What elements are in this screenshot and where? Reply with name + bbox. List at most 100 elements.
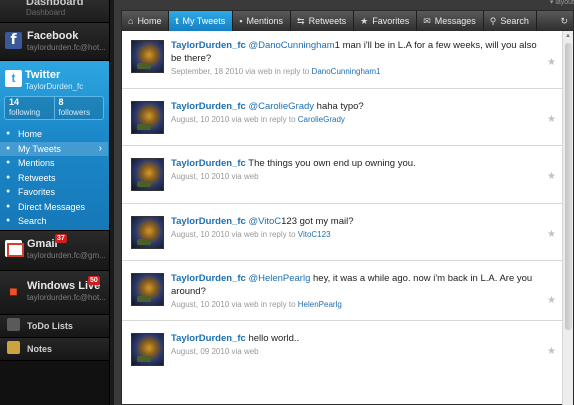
notes-name: Notes	[27, 344, 53, 354]
tweet-item[interactable]: TaylorDurden_fc @CarolieGrady haha typo?…	[122, 89, 562, 146]
avatar[interactable]	[131, 215, 164, 249]
retweet-icon: ⇆	[297, 16, 305, 26]
tweet-text-line: TaylorDurden_fc @HelenPearlg hey, it was…	[171, 272, 544, 298]
avatar[interactable]	[131, 158, 164, 191]
tweet-author[interactable]: TaylorDurden_fc	[171, 333, 246, 344]
tab-bar: ⌂ Home t My Tweets ▪ Mentions ⇆ Retweets…	[122, 11, 573, 31]
twitter-sub: TaylorDurden_fc	[25, 82, 84, 91]
favorite-star-icon[interactable]: ★	[547, 229, 556, 240]
tab-label: Home	[137, 16, 162, 26]
facebook-name: Facebook	[27, 30, 79, 42]
sidebar-item-my-tweets[interactable]: ● My Tweets ›	[0, 141, 108, 156]
tweet-author[interactable]: TaylorDurden_fc	[171, 216, 246, 227]
tweet-body: TaylorDurden_fc The things you own end u…	[171, 157, 544, 182]
tweet-item[interactable]: TaylorDurden_fc The things you own end u…	[122, 146, 562, 204]
tab-retweets[interactable]: ⇆ Retweets	[291, 11, 355, 31]
tab-label: Favorites	[372, 16, 410, 26]
sidebar-account-twitter[interactable]: t Twitter TaylorDurden_fc 14 following 8…	[0, 61, 109, 231]
tweet-meta: August, 10 2010 via web in reply to Caro…	[171, 114, 544, 125]
tab-mentions[interactable]: ▪ Mentions	[233, 11, 292, 31]
tweet-date: August, 09 2010 via web	[171, 347, 259, 356]
tweet-item[interactable]: TaylorDurden_fc @DanoCunningham1 man i'l…	[122, 31, 562, 89]
sidebar-empty-area	[0, 361, 109, 405]
followers-number: 8	[58, 97, 64, 107]
tweet-mention[interactable]: @VitoC	[248, 216, 281, 227]
sidebar-item-home[interactable]: ● Home	[0, 127, 108, 142]
tab-search[interactable]: ⚲ Search	[484, 11, 537, 31]
reply-link[interactable]: CarolieGrady	[298, 115, 345, 124]
notes-icon	[7, 341, 20, 354]
scroll-up-icon[interactable]: ▲	[565, 33, 571, 39]
envelope-icon: ●	[6, 202, 11, 210]
avatar[interactable]	[131, 333, 164, 366]
facebook-sub: taylordurden.fc@hot...	[27, 43, 106, 52]
sidebar-account-dashboard[interactable]: Dashboard Dashboard	[0, 0, 109, 23]
tweet-item[interactable]: TaylorDurden_fc @HelenPearlg hey, it was…	[122, 261, 562, 321]
tweet-text: 123 got my mail?	[281, 215, 354, 227]
layout-menu[interactable]: layout	[550, 0, 574, 6]
sidebar-item-favorites[interactable]: ● Favorites	[0, 185, 108, 200]
tweet-text-line: TaylorDurden_fc @DanoCunningham1 man i'l…	[171, 39, 544, 65]
tweet-mention[interactable]: @DanoCunningham	[248, 40, 334, 51]
following-count[interactable]: 14 following	[5, 97, 54, 119]
favorite-star-icon[interactable]: ★	[547, 295, 556, 306]
sidebar-item-mentions[interactable]: ● Mentions	[0, 156, 108, 171]
avatar[interactable]	[131, 40, 164, 73]
tab-favorites[interactable]: ★ Favorites	[354, 11, 418, 31]
sidebar-account-gmail[interactable]: Gmail taylordurden.fc@gm... 37	[0, 231, 109, 271]
tweet-text-line: TaylorDurden_fc hello world..	[171, 332, 544, 345]
reply-link[interactable]: DanoCunningham1	[312, 67, 381, 76]
tweet-date: August, 10 2010 via web in reply to	[171, 114, 296, 124]
sidebar-item-search[interactable]: ● Search	[0, 214, 108, 229]
followers-label: followers	[58, 108, 91, 117]
tab-messages[interactable]: ✉ Messages	[417, 11, 484, 31]
reply-link[interactable]: HelenPearlg	[298, 300, 342, 309]
tweet-author[interactable]: TaylorDurden_fc	[171, 40, 246, 51]
following-number: 14	[9, 97, 20, 107]
avatar[interactable]	[131, 100, 164, 134]
tweet-date: September, 18 2010 via web in reply to	[171, 67, 310, 76]
favorite-star-icon[interactable]: ★	[547, 171, 556, 182]
tweet-meta: August, 10 2010 via web	[171, 171, 544, 182]
tweet-text-line: TaylorDurden_fc The things you own end u…	[171, 157, 544, 170]
search-icon: ⚲	[489, 16, 497, 26]
tweet-item[interactable]: TaylorDurden_fc @VitoC123 got my mail? A…	[122, 204, 562, 261]
star-icon: ●	[6, 188, 11, 195]
twitter-nav: ● Home ● My Tweets › ● Mentions ● Retwee…	[0, 127, 108, 229]
tab-my-tweets[interactable]: t My Tweets	[169, 11, 234, 31]
chat-icon: ●	[6, 159, 11, 166]
tab-home[interactable]: ⌂ Home	[122, 11, 170, 31]
tweet-mention[interactable]: @CarolieGrady	[248, 101, 314, 112]
star-icon: ★	[360, 16, 369, 26]
scrollbar-thumb[interactable]	[565, 43, 572, 330]
chevron-right-icon: ›	[98, 142, 102, 154]
sidebar-account-windows-live[interactable]: ■ Windows Live taylordurden.fc@hot... 50	[0, 271, 109, 315]
sidebar-account-facebook[interactable]: f Facebook taylordurden.fc@hot...	[0, 23, 109, 61]
facebook-icon: f	[5, 32, 22, 49]
sidebar-item-label: Home	[18, 129, 43, 139]
tweet-item[interactable]: TaylorDurden_fc hello world.. August, 09…	[122, 321, 562, 379]
tweet-author[interactable]: TaylorDurden_fc	[171, 273, 246, 284]
retweet-icon: ●	[6, 173, 11, 181]
tweet-author[interactable]: TaylorDurden_fc	[171, 101, 246, 112]
favorite-star-icon[interactable]: ★	[547, 114, 556, 125]
tab-label: Search	[500, 16, 529, 26]
sidebar-item-retweets[interactable]: ● Retweets	[0, 171, 108, 186]
followers-count[interactable]: 8 followers	[53, 97, 104, 119]
favorite-star-icon[interactable]: ★	[547, 57, 556, 68]
sidebar-item-label: Favorites	[18, 187, 56, 197]
tweet-author[interactable]: TaylorDurden_fc	[171, 158, 246, 169]
tweet-mention[interactable]: @HelenPearlg	[248, 273, 310, 284]
twitter-icon: t	[5, 70, 22, 87]
favorite-star-icon[interactable]: ★	[547, 346, 556, 357]
tweet-date: August, 10 2010 via web in reply to	[171, 300, 296, 309]
feed-scrollbar[interactable]: ▲	[562, 31, 573, 405]
sidebar-item-notes[interactable]: Notes	[0, 338, 109, 361]
sidebar-item-direct-messages[interactable]: ● Direct Messages	[0, 200, 108, 215]
refresh-button[interactable]: ↻	[555, 11, 573, 31]
app-window: Dashboard Dashboard f Facebook taylordur…	[0, 0, 574, 405]
avatar[interactable]	[131, 273, 164, 306]
tweet-text-line: TaylorDurden_fc @VitoC123 got my mail?	[171, 215, 544, 228]
reply-link[interactable]: VitoC123	[298, 230, 331, 239]
sidebar-item-todo-lists[interactable]: ToDo Lists	[0, 315, 109, 338]
